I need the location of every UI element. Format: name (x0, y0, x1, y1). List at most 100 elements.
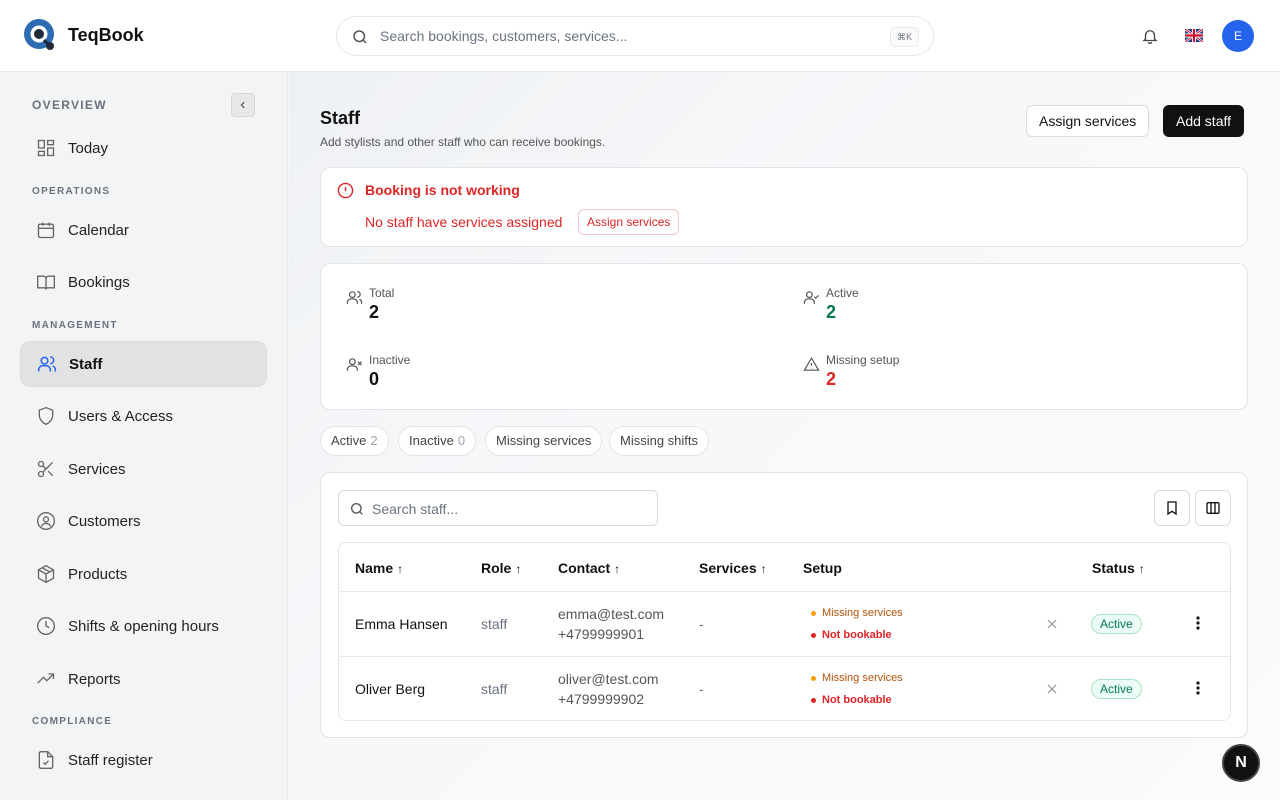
columns-icon (1205, 500, 1221, 516)
stat-label: Missing setup (826, 353, 900, 367)
user-x-icon (345, 355, 363, 373)
sidebar-item-staff-register[interactable]: Staff register (20, 737, 267, 783)
alert-title: Booking is not working (365, 182, 520, 198)
teqbook-logo-icon[interactable] (22, 18, 58, 54)
booking-alert: Booking is not working No staff have ser… (320, 167, 1248, 247)
sort-arrow-icon: ↑ (1138, 562, 1145, 576)
column-name[interactable]: Name ↑ (355, 560, 403, 576)
column-services[interactable]: Services ↑ (699, 560, 767, 576)
section-overview: OVERVIEW (32, 98, 107, 112)
file-check-icon (36, 750, 56, 770)
sidebar-item-today[interactable]: Today (20, 125, 267, 171)
more-vertical-icon[interactable] (1196, 616, 1200, 630)
filter-chip-missing-shifts[interactable]: Missing shifts (609, 426, 710, 456)
package-icon (36, 564, 56, 584)
stat-value: 0 (369, 369, 380, 389)
sidebar-item-services[interactable]: Services (20, 446, 267, 492)
sidebar-collapse-button[interactable] (231, 93, 255, 117)
section-operations: OPERATIONS (32, 186, 111, 197)
search-shortcut-hint: ⌘K (889, 27, 919, 47)
chip-label: Missing shifts (620, 433, 699, 448)
warning-triangle-icon (802, 355, 820, 373)
user-circle-icon (36, 511, 56, 531)
alert-circle-icon (337, 182, 354, 199)
bell-icon[interactable] (1141, 27, 1159, 45)
sidebar-item-products[interactable]: Products (20, 551, 267, 597)
chevron-left-icon (240, 101, 245, 109)
sort-arrow-icon: ↑ (515, 562, 522, 576)
chip-label: Missing services (496, 433, 592, 448)
chip-count: 2 (370, 433, 378, 448)
close-icon[interactable] (1045, 617, 1059, 631)
search-placeholder: Search bookings, customers, services... (380, 28, 628, 44)
stat-value: 2 (826, 369, 837, 389)
stats-card: Total 2 Active 2 Inactive 0 Missing setu… (320, 263, 1248, 410)
staff-name[interactable]: Emma Hansen (355, 616, 448, 632)
sidebar-item-label: Shifts & opening hours (68, 617, 219, 635)
staff-email: oliver@test.com (558, 671, 659, 687)
sidebar-item-label: Today (68, 139, 109, 157)
column-contact[interactable]: Contact ↑ (558, 560, 620, 576)
staff-search-input[interactable]: Search staff... (338, 490, 658, 526)
sidebar-item-customers[interactable]: Customers (20, 498, 267, 544)
alert-description: No staff have services assigned (365, 214, 563, 230)
stat-label: Total (369, 286, 395, 300)
top-header: TeqBook Search bookings, customers, serv… (0, 0, 1280, 72)
calendar-icon (36, 220, 56, 240)
column-role[interactable]: Role ↑ (481, 560, 521, 576)
sidebar-item-staff[interactable]: Staff (20, 341, 267, 387)
more-vertical-icon[interactable] (1196, 681, 1200, 695)
staff-services: - (699, 681, 704, 697)
sidebar-item-calendar[interactable]: Calendar (20, 207, 267, 253)
nextjs-dev-badge[interactable]: N (1222, 744, 1260, 782)
global-search-input[interactable]: Search bookings, customers, services... … (336, 16, 934, 56)
bookmark-icon (1164, 500, 1180, 516)
filter-chip-missing-services[interactable]: Missing services (485, 426, 603, 456)
sort-arrow-icon: ↑ (760, 562, 767, 576)
page-subtitle: Add stylists and other staff who can rec… (320, 135, 606, 149)
sort-arrow-icon: ↑ (397, 562, 404, 576)
setup-error: Not bookable (811, 694, 892, 706)
sidebar-item-label: Services (68, 460, 126, 478)
close-icon[interactable] (1045, 682, 1059, 696)
sidebar-item-bookings[interactable]: Bookings (20, 259, 267, 305)
chip-count: 0 (457, 433, 466, 448)
trending-up-icon (36, 669, 56, 689)
filter-chip-active[interactable]: Active 2 (320, 426, 389, 456)
stat-value: 2 (369, 302, 380, 322)
staff-phone: +4799999901 (558, 626, 645, 642)
sidebar-item-reports[interactable]: Reports (20, 656, 267, 702)
users-icon (37, 354, 57, 374)
filter-chip-inactive[interactable]: Inactive 0 (398, 426, 477, 456)
staff-name[interactable]: Oliver Berg (355, 681, 425, 697)
sidebar-item-shifts[interactable]: Shifts & opening hours (20, 603, 267, 649)
staff-table: Name ↑ Role ↑ Contact ↑ Services ↑ Setup Sta… (338, 542, 1231, 721)
sidebar-item-users-access[interactable]: Users & Access (20, 393, 267, 439)
dashboard-icon (36, 138, 56, 158)
users-icon (345, 288, 363, 306)
scissors-icon (36, 459, 56, 479)
section-management: MANAGEMENT (32, 320, 118, 331)
chip-label: Active (331, 433, 367, 448)
user-check-icon (802, 288, 820, 306)
columns-button[interactable] (1195, 490, 1231, 526)
table-row[interactable]: Emma Hansen staff emma@test.com +4799999… (339, 592, 1230, 657)
sidebar-item-label: Products (68, 565, 128, 583)
saved-views-button[interactable] (1154, 490, 1190, 526)
page-title: Staff (320, 108, 360, 128)
status-badge: Active (1091, 614, 1142, 634)
staff-search-placeholder: Search staff... (372, 501, 459, 517)
sidebar-item-label: Users & Access (68, 407, 174, 425)
add-staff-button[interactable]: Add staff (1163, 105, 1245, 137)
sidebar-item-label: Calendar (68, 221, 129, 239)
search-icon (351, 28, 369, 46)
assign-services-button[interactable]: Assign services (1026, 105, 1150, 137)
sidebar-item-label: Bookings (68, 273, 130, 291)
sidebar-item-label: Staff register (68, 751, 153, 769)
brand-name[interactable]: TeqBook (68, 25, 144, 46)
uk-flag-icon[interactable] (1185, 29, 1203, 42)
alert-assign-services-button[interactable]: Assign services (578, 209, 680, 235)
column-status[interactable]: Status ↑ (1092, 560, 1145, 576)
table-row[interactable]: Oliver Berg staff oliver@test.com +47999… (339, 657, 1230, 720)
user-avatar[interactable]: E (1222, 20, 1254, 52)
